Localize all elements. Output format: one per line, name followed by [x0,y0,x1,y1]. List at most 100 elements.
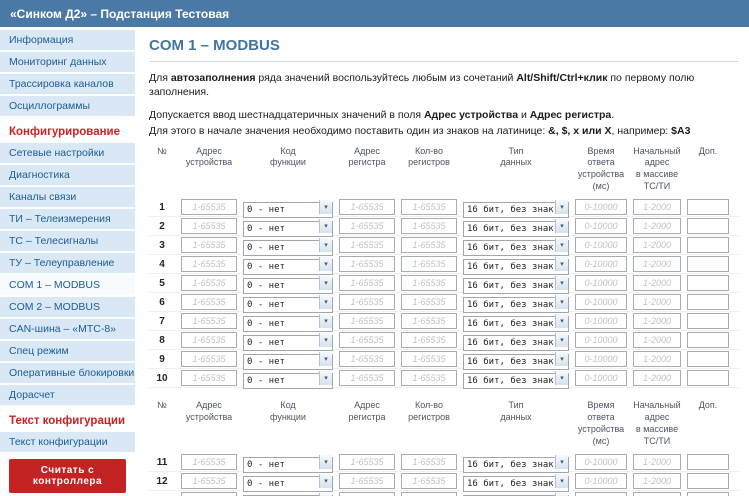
register-count-input[interactable] [401,256,457,272]
register-address-input[interactable] [339,473,395,489]
response-time-input[interactable] [575,370,627,386]
response-time-input[interactable] [575,492,627,496]
register-address-input[interactable] [339,218,395,234]
response-time-input[interactable] [575,473,627,489]
function-code-select[interactable]: 0 - нет [243,202,333,218]
extra-input[interactable] [687,313,729,329]
device-address-input[interactable] [181,454,237,470]
data-type-select[interactable]: 16 бит, без знака [463,335,569,351]
extra-input[interactable] [687,370,729,386]
register-address-input[interactable] [339,492,395,496]
response-time-input[interactable] [575,351,627,367]
function-code-select[interactable]: 0 - нет [243,335,333,351]
data-type-select[interactable]: 16 бит, без знака [463,373,569,389]
data-type-select[interactable]: 16 бит, без знака [463,278,569,294]
register-address-input[interactable] [339,199,395,215]
data-type-select[interactable]: 16 бит, без знака [463,354,569,370]
data-type-select[interactable]: 16 бит, без знака [463,240,569,256]
response-time-input[interactable] [575,275,627,291]
device-address-input[interactable] [181,275,237,291]
function-code-select[interactable]: 0 - нет [243,476,333,492]
sidebar-item-channel-tracing[interactable]: Трассировка каналов [0,74,135,94]
sidebar-item-comm-channels[interactable]: Каналы связи [0,187,135,207]
sidebar-item-recalculation[interactable]: Дорасчет [0,385,135,405]
device-address-input[interactable] [181,332,237,348]
data-type-select[interactable]: 16 бит, без знака [463,221,569,237]
data-type-select[interactable]: 16 бит, без знака [463,297,569,313]
sidebar-item-tu-telecontrol[interactable]: ТУ – Телеуправление [0,253,135,273]
device-address-input[interactable] [181,218,237,234]
start-address-input[interactable] [633,492,681,496]
data-type-select[interactable]: 16 бит, без знака [463,316,569,332]
response-time-input[interactable] [575,218,627,234]
extra-input[interactable] [687,218,729,234]
register-address-input[interactable] [339,351,395,367]
device-address-input[interactable] [181,351,237,367]
function-code-select[interactable]: 0 - нет [243,373,333,389]
data-type-select[interactable]: 16 бит, без знака [463,457,569,473]
register-address-input[interactable] [339,332,395,348]
register-count-input[interactable] [401,473,457,489]
start-address-input[interactable] [633,473,681,489]
response-time-input[interactable] [575,454,627,470]
register-count-input[interactable] [401,332,457,348]
response-time-input[interactable] [575,294,627,310]
sidebar-item-config-text-page[interactable]: Текст конфигурации [0,432,135,452]
start-address-input[interactable] [633,351,681,367]
start-address-input[interactable] [633,370,681,386]
sidebar-item-special-mode[interactable]: Спец режим [0,341,135,361]
function-code-select[interactable]: 0 - нет [243,278,333,294]
function-code-select[interactable]: 0 - нет [243,240,333,256]
function-code-select[interactable]: 0 - нет [243,221,333,237]
extra-input[interactable] [687,454,729,470]
register-address-input[interactable] [339,370,395,386]
device-address-input[interactable] [181,313,237,329]
register-address-input[interactable] [339,294,395,310]
sidebar-item-ts-telesignals[interactable]: ТС – Телесигналы [0,231,135,251]
start-address-input[interactable] [633,332,681,348]
data-type-select[interactable]: 16 бит, без знака [463,202,569,218]
data-type-select[interactable]: 16 бит, без знака [463,259,569,275]
sidebar-item-can-bus-mts8[interactable]: CAN-шина – «МТС-8» [0,319,135,339]
sidebar-item-data-monitoring[interactable]: Мониторинг данных [0,52,135,72]
register-count-input[interactable] [401,275,457,291]
response-time-input[interactable] [575,199,627,215]
extra-input[interactable] [687,237,729,253]
register-count-input[interactable] [401,492,457,496]
start-address-input[interactable] [633,454,681,470]
extra-input[interactable] [687,294,729,310]
sidebar-item-oscillograms[interactable]: Осциллограммы [0,96,135,116]
function-code-select[interactable]: 0 - нет [243,316,333,332]
response-time-input[interactable] [575,332,627,348]
sidebar-item-com1-modbus[interactable]: COM 1 – MODBUS [0,275,135,295]
sidebar-item-network-settings[interactable]: Сетевые настройки [0,143,135,163]
register-address-input[interactable] [339,237,395,253]
device-address-input[interactable] [181,370,237,386]
sidebar-item-information[interactable]: Информация [0,30,135,50]
register-address-input[interactable] [339,256,395,272]
extra-input[interactable] [687,332,729,348]
extra-input[interactable] [687,275,729,291]
register-count-input[interactable] [401,313,457,329]
extra-input[interactable] [687,199,729,215]
device-address-input[interactable] [181,256,237,272]
extra-input[interactable] [687,351,729,367]
device-address-input[interactable] [181,294,237,310]
register-count-input[interactable] [401,454,457,470]
function-code-select[interactable]: 0 - нет [243,297,333,313]
register-address-input[interactable] [339,275,395,291]
register-count-input[interactable] [401,199,457,215]
start-address-input[interactable] [633,313,681,329]
data-type-select[interactable]: 16 бит, без знака [463,476,569,492]
extra-input[interactable] [687,473,729,489]
sidebar-item-operational-locks[interactable]: Оперативные блокировки [0,363,135,383]
function-code-select[interactable]: 0 - нет [243,259,333,275]
device-address-input[interactable] [181,237,237,253]
function-code-select[interactable]: 0 - нет [243,354,333,370]
sidebar-item-diagnostics[interactable]: Диагностика [0,165,135,185]
response-time-input[interactable] [575,313,627,329]
response-time-input[interactable] [575,256,627,272]
start-address-input[interactable] [633,256,681,272]
start-address-input[interactable] [633,237,681,253]
sidebar-item-com2-modbus[interactable]: COM 2 – MODBUS [0,297,135,317]
